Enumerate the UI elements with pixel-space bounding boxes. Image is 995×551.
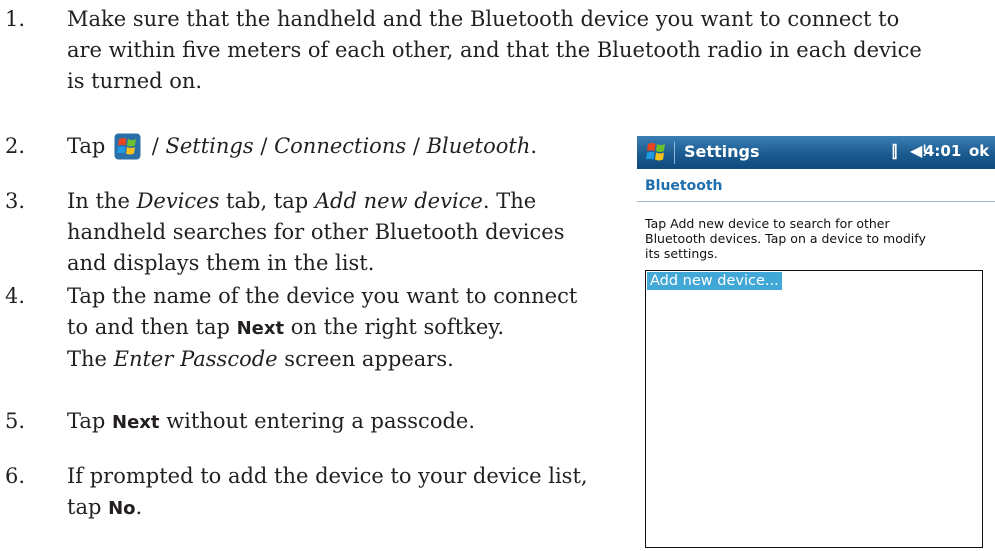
step-number: 4.: [5, 284, 26, 308]
devices-tab-ref: Devices: [136, 189, 220, 213]
step-text: tab, tap: [219, 189, 315, 213]
path-separator: /: [151, 134, 166, 158]
path-bluetooth: Bluetooth: [426, 134, 531, 158]
header-divider: [637, 201, 995, 202]
step-text: to and then tap: [67, 315, 237, 339]
instructions-line: its settings.: [645, 246, 718, 261]
step-text: In the: [67, 189, 137, 213]
next-ref: Next: [112, 412, 160, 433]
step-text: .: [135, 495, 143, 519]
instructions-line: Bluetooth devices. Tap on a device to mo…: [645, 231, 926, 246]
no-ref: No: [108, 498, 136, 519]
next-ref: Next: [236, 318, 285, 339]
screen-title: Settings: [684, 142, 760, 161]
step-text: Tap: [67, 134, 106, 158]
path-settings: Settings: [165, 134, 254, 158]
page-title: Bluetooth: [645, 178, 723, 194]
add-new-device-item[interactable]: Add new device...: [647, 272, 782, 290]
step-text-line: and displays them in the list.: [67, 251, 375, 275]
step-number: 1.: [5, 7, 26, 31]
signal-icon[interactable]: ⫿: [892, 142, 897, 162]
windows-start-icon: [114, 133, 141, 160]
note-text: screen appears.: [277, 347, 454, 371]
path-separator: /: [406, 134, 427, 158]
step-text: Tap: [67, 409, 113, 433]
step-text-line: In the Devices tab, tap Add new device. …: [67, 186, 627, 217]
device-list[interactable]: Add new device...: [645, 270, 983, 548]
step-text-line: handheld searches for other Bluetooth de…: [67, 220, 565, 244]
step-text: on the right softkey.: [284, 315, 505, 339]
step-text-line: Make sure that the handheld and the Blue…: [67, 7, 900, 31]
step-number: 3.: [5, 189, 26, 213]
step-text-line: Tap the name of the device you want to c…: [67, 284, 578, 308]
step-text-line: to and then tap Next on the right softke…: [67, 312, 627, 344]
step-number: 5.: [5, 409, 26, 433]
device-screenshot: Settings ⫿ ◀ǃ 4:01 ok Bluetooth Tap Add …: [637, 136, 995, 548]
path-connections: Connections: [274, 134, 407, 158]
instructions-line: Tap Add new device to search for other: [645, 216, 890, 231]
instructions-text: Tap Add new device to search for other B…: [645, 216, 945, 261]
step-text-line: is turned on.: [67, 69, 203, 93]
step-text-line: tap No.: [67, 492, 627, 524]
step-number: 2.: [5, 134, 26, 158]
punctuation: .: [530, 134, 538, 158]
enter-passcode-ref: Enter Passcode: [113, 347, 278, 371]
clock[interactable]: 4:01: [924, 142, 961, 160]
step-text: tap: [67, 495, 109, 519]
step-number: 6.: [5, 464, 26, 488]
path-separator: /: [253, 134, 275, 158]
step-text: without entering a passcode.: [159, 409, 476, 433]
title-bar: Settings ⫿ ◀ǃ 4:01 ok: [637, 136, 995, 169]
title-separator: [674, 142, 675, 164]
step-text-line: If prompted to add the device to your de…: [67, 464, 588, 488]
add-new-device-ref: Add new device: [314, 189, 483, 213]
step-text-line: are within five meters of each other, an…: [67, 38, 922, 62]
page-header: Bluetooth: [637, 169, 995, 202]
ok-button[interactable]: ok: [969, 142, 989, 160]
step-text: . The: [482, 189, 537, 213]
step-4-note: The Enter Passcode screen appears.: [67, 344, 454, 375]
windows-start-icon[interactable]: [643, 139, 670, 166]
note-text: The: [67, 347, 114, 371]
